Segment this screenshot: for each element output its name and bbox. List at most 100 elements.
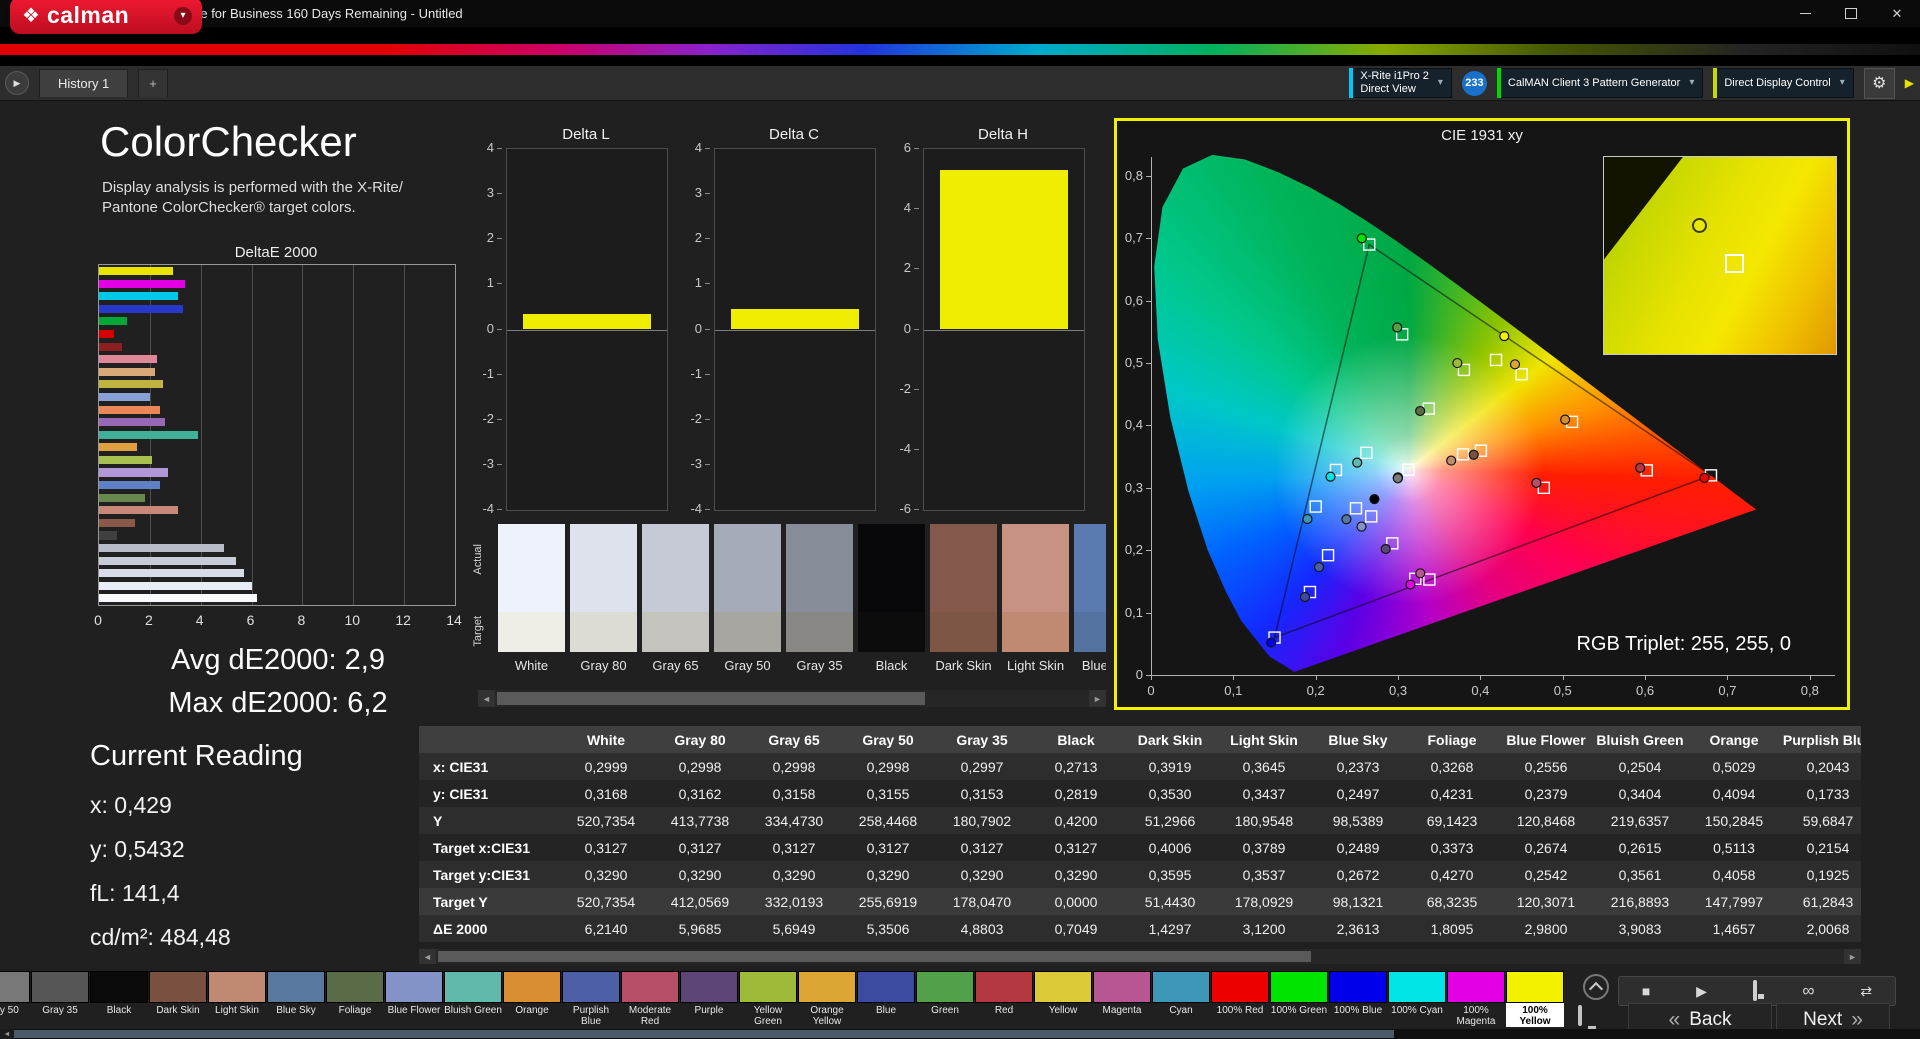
table-cell: 0,3290 bbox=[678, 866, 722, 883]
palette-swatch[interactable]: Dark Skin bbox=[149, 971, 207, 1029]
zero-line bbox=[924, 329, 1084, 331]
palette-swatch[interactable]: 100% Magenta bbox=[1447, 971, 1505, 1029]
window-scrollbar[interactable]: ◄ bbox=[0, 1029, 1920, 1039]
scroll-left-icon[interactable]: ◄ bbox=[478, 690, 495, 707]
header bbox=[0, 27, 1920, 66]
target-point bbox=[1365, 510, 1378, 523]
maximize-button[interactable] bbox=[1828, 0, 1874, 27]
swatch-scrollbar[interactable]: ◄ ► bbox=[478, 690, 1106, 707]
add-tab-button[interactable]: + bbox=[138, 69, 168, 97]
tick-mark bbox=[705, 238, 710, 240]
tick-mark bbox=[705, 509, 710, 510]
minimize-button[interactable] bbox=[1782, 0, 1828, 27]
palette-swatch[interactable]: Light Skin bbox=[208, 971, 266, 1029]
palette-swatch[interactable]: Gray 50 bbox=[0, 971, 30, 1029]
play-button[interactable]: ▶ bbox=[1696, 983, 1707, 1000]
scroll-left-icon[interactable]: ◄ bbox=[419, 949, 436, 964]
palette-swatch[interactable]: 100% Yellow bbox=[1506, 971, 1564, 1029]
tab-bar: ▶ History 1 + X-Rite i1Pro 2 Direct View … bbox=[0, 66, 1920, 101]
scrollbar-thumb[interactable] bbox=[438, 951, 1311, 962]
table-cell: 0,3919 bbox=[1148, 758, 1192, 775]
table-row: Target y:CIE31 0,3290 0,3290 0,3290 0,3290 0,… bbox=[419, 861, 1861, 888]
table-cell: 0,4270 bbox=[1430, 866, 1474, 883]
palette-swatch[interactable]: Blue Sky bbox=[267, 971, 325, 1029]
meter-count-badge[interactable]: 233 bbox=[1461, 70, 1487, 96]
chart-title: Delta L bbox=[562, 126, 610, 143]
palette-swatch[interactable]: Cyan bbox=[1152, 971, 1210, 1029]
deltae-bar bbox=[99, 367, 155, 376]
axis-tick-label: 4 bbox=[694, 140, 702, 155]
swap-button[interactable]: ⇄ bbox=[1860, 983, 1872, 1000]
swatch-column[interactable]: Gray 80 bbox=[570, 524, 637, 686]
swatch-color bbox=[503, 971, 561, 1003]
swatch-column[interactable]: Gray 35 bbox=[786, 524, 853, 686]
table-cell: 147,7997 bbox=[1704, 893, 1764, 910]
table-scrollbar[interactable]: ◄ ► bbox=[419, 949, 1861, 964]
swatch-color bbox=[1506, 971, 1564, 1003]
monitor-icon bbox=[1578, 1005, 1582, 1026]
collapse-panel-button[interactable] bbox=[1583, 974, 1609, 1000]
palette-swatch[interactable]: Yellow bbox=[1034, 971, 1092, 1029]
palette-swatch[interactable]: Purplish Blue bbox=[562, 971, 620, 1029]
table-cell: 51,2966 bbox=[1144, 812, 1196, 829]
scrollbar-track[interactable] bbox=[436, 949, 1844, 964]
axis-tick-label: 0,2 bbox=[1124, 542, 1143, 558]
display-preview-button[interactable] bbox=[1578, 1005, 1582, 1026]
close-button[interactable]: ✕ bbox=[1874, 0, 1920, 27]
scrollbar-thumb[interactable] bbox=[14, 1030, 1394, 1038]
measured-point bbox=[1299, 591, 1311, 603]
palette-swatch[interactable]: Yellow Green bbox=[739, 971, 797, 1029]
swatch-column[interactable]: Gray 50 bbox=[714, 524, 781, 686]
palette-swatch[interactable]: 100% Cyan bbox=[1388, 971, 1446, 1029]
swatch-column[interactable]: Blue Sky bbox=[1074, 524, 1106, 686]
cie-1931-panel: CIE 1931 xy RGB Triplet: 255, 255, 0 0 0,… bbox=[1114, 118, 1850, 710]
palette-swatch[interactable]: Blue Flower bbox=[385, 971, 443, 1029]
logo-dropdown-icon[interactable]: ▾ bbox=[174, 6, 192, 25]
palette-swatch[interactable]: Blue bbox=[857, 971, 915, 1029]
palette-swatch[interactable]: 100% Red bbox=[1211, 971, 1269, 1029]
target-point bbox=[1402, 463, 1415, 476]
palette-swatch[interactable]: 100% Blue bbox=[1329, 971, 1387, 1029]
gridline bbox=[302, 265, 304, 605]
swatch-label: Gray 80 bbox=[580, 658, 627, 673]
palette-swatch[interactable]: Bluish Green bbox=[444, 971, 502, 1029]
scroll-right-icon[interactable]: ► bbox=[1089, 690, 1106, 707]
palette-swatch[interactable]: 100% Green bbox=[1270, 971, 1328, 1029]
swatch-column[interactable]: White bbox=[498, 524, 565, 686]
scrollbar-thumb[interactable] bbox=[497, 692, 925, 705]
palette-swatch[interactable]: Red bbox=[975, 971, 1033, 1029]
stop-button[interactable]: ■ bbox=[1642, 983, 1650, 999]
swatch-color bbox=[0, 971, 30, 1003]
scrollbar-track[interactable] bbox=[14, 1029, 1920, 1039]
expand-panel-icon[interactable]: ▶ bbox=[1905, 76, 1914, 90]
palette-swatch[interactable]: Black bbox=[90, 971, 148, 1029]
palette-swatch[interactable]: Orange bbox=[503, 971, 561, 1029]
workflow-play-button[interactable]: ▶ bbox=[5, 71, 29, 95]
maximize-icon bbox=[1845, 8, 1857, 19]
tab-history-1[interactable]: History 1 bbox=[39, 69, 129, 97]
pattern-generator-dropdown[interactable]: CalMAN Client 3 Pattern Generator ▾ bbox=[1496, 68, 1704, 98]
palette-swatch[interactable]: Gray 35 bbox=[31, 971, 89, 1029]
display-control-dropdown[interactable]: Direct Display Control ▾ bbox=[1713, 68, 1854, 98]
swatch-column[interactable]: Light Skin bbox=[1002, 524, 1069, 686]
scroll-left-icon[interactable]: ◄ bbox=[0, 1029, 14, 1039]
table-cell: 3,9083 bbox=[1618, 920, 1662, 937]
palette-swatch[interactable]: Orange Yellow bbox=[798, 971, 856, 1029]
scroll-right-icon[interactable]: ► bbox=[1844, 949, 1861, 964]
palette-swatch[interactable]: Magenta bbox=[1093, 971, 1151, 1029]
swatch-column[interactable]: Dark Skin bbox=[930, 524, 997, 686]
continuous-measure-button[interactable]: ∞ bbox=[1802, 981, 1814, 1001]
palette-swatch[interactable]: Purple bbox=[680, 971, 738, 1029]
palette-swatch[interactable]: Green bbox=[916, 971, 974, 1029]
calman-logo-button[interactable]: ❖ calman ▾ bbox=[10, 0, 202, 34]
palette-swatch[interactable]: Foliage bbox=[326, 971, 384, 1029]
swatch-column[interactable]: Black bbox=[858, 524, 925, 686]
scrollbar-track[interactable] bbox=[495, 690, 1089, 707]
save-button[interactable] bbox=[1752, 980, 1757, 1001]
swatch-column[interactable]: Gray 65 bbox=[642, 524, 709, 686]
palette-swatch[interactable]: Moderate Red bbox=[621, 971, 679, 1029]
swatch-color bbox=[621, 971, 679, 1003]
meter-dropdown[interactable]: X-Rite i1Pro 2 Direct View ▾ bbox=[1349, 68, 1452, 98]
table-cell: 1,4657 bbox=[1712, 920, 1756, 937]
settings-button[interactable]: ⚙ bbox=[1863, 67, 1895, 99]
